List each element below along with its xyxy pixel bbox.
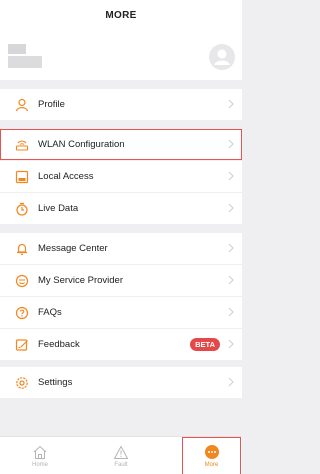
bottom-tab-bar: Home Fault More (0, 436, 242, 474)
tab-home[interactable]: Home (0, 437, 80, 474)
menu-item-label: WLAN Configuration (38, 139, 125, 150)
chevron-right-icon (228, 171, 234, 181)
menu-item-message-center[interactable]: Message Center (0, 233, 242, 264)
wlan-router-icon (13, 136, 31, 154)
bell-icon (13, 240, 31, 258)
warning-icon (113, 444, 129, 459)
menu-item-feedback[interactable]: Feedback BETA (0, 329, 242, 360)
menu-item-wlan-configuration[interactable]: WLAN Configuration (0, 129, 242, 160)
gear-icon (13, 374, 31, 392)
tab-more[interactable]: More (182, 437, 241, 474)
menu-item-my-service-provider[interactable]: My Service Provider (0, 265, 242, 296)
menu-item-label: Message Center (38, 243, 108, 254)
feedback-edit-icon (13, 336, 31, 354)
menu-item-label: Profile (38, 99, 65, 110)
menu-item-settings[interactable]: Settings (0, 367, 242, 398)
account-name-blurred (8, 44, 44, 68)
chevron-right-icon (228, 275, 234, 285)
menu-item-profile[interactable]: Profile (0, 89, 242, 120)
chevron-right-icon (228, 99, 234, 109)
chevron-right-icon (228, 339, 234, 349)
more-dots-icon (204, 445, 219, 459)
menu-item-label: FAQs (38, 307, 62, 318)
menu-item-live-data[interactable]: Live Data (0, 193, 242, 224)
menu-item-faqs[interactable]: FAQs (0, 297, 242, 328)
service-provider-icon (13, 272, 31, 290)
chevron-right-icon (228, 243, 234, 253)
top-header: MORE (0, 0, 242, 80)
profile-icon (13, 96, 31, 114)
local-access-icon (13, 168, 31, 186)
stopwatch-icon (13, 200, 31, 218)
home-icon (33, 445, 47, 459)
chevron-right-icon (228, 307, 234, 317)
user-avatar-icon[interactable] (209, 44, 235, 70)
page-title: MORE (105, 10, 137, 21)
menu-item-label: My Service Provider (38, 275, 123, 286)
question-circle-icon (13, 304, 31, 322)
menu-item-label: Settings (38, 377, 73, 388)
tab-label: Fault (114, 461, 128, 468)
menu-item-label: Local Access (38, 171, 94, 182)
tab-fault[interactable]: Fault (81, 437, 161, 474)
beta-badge: BETA (190, 338, 220, 351)
chevron-right-icon (228, 203, 234, 213)
chevron-right-icon (228, 139, 234, 149)
tab-label: Home (31, 461, 48, 468)
tab-label: More (204, 462, 219, 468)
menu-item-local-access[interactable]: Local Access (0, 161, 242, 192)
menu-item-label: Live Data (38, 203, 79, 214)
chevron-right-icon (228, 377, 234, 387)
